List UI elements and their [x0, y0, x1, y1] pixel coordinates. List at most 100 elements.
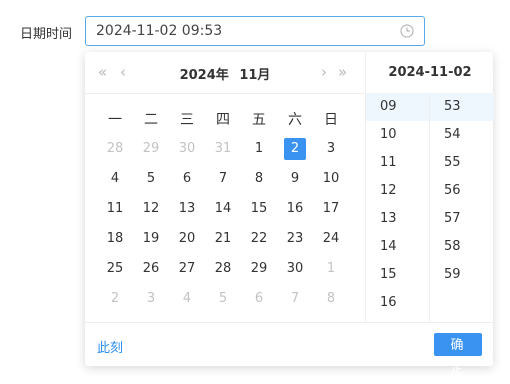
calendar-day-number: 8	[254, 171, 264, 186]
calendar-day[interactable]: 22	[241, 224, 277, 254]
hour-option[interactable]: 14	[366, 233, 429, 261]
datetime-input-wrapper[interactable]	[85, 16, 425, 46]
calendar-day-number: 2	[110, 291, 120, 306]
minute-option[interactable]: 53	[430, 93, 494, 121]
weekday-header-row: 一二三四五六日	[97, 104, 349, 134]
minute-option[interactable]: 58	[430, 233, 494, 261]
clock-icon[interactable]	[400, 24, 414, 38]
next-month-icon[interactable]: ›	[321, 65, 327, 80]
hour-option[interactable]: 11	[366, 149, 429, 177]
calendar-day[interactable]: 13	[169, 194, 205, 224]
weekday-label: 三	[180, 112, 194, 128]
calendar-day-number: 30	[286, 261, 304, 276]
calendar-day[interactable]: 18	[97, 224, 133, 254]
weekday-label: 四	[216, 112, 230, 128]
calendar-day-number: 10	[322, 171, 340, 186]
calendar-day[interactable]: 4	[169, 284, 205, 314]
calendar-day[interactable]: 24	[313, 224, 349, 254]
calendar-day[interactable]: 6	[241, 284, 277, 314]
hours-column[interactable]: 09 10 11 12 13 14 15 16	[366, 93, 430, 322]
calendar-day-selected[interactable]: 2	[277, 134, 313, 164]
calendar-day[interactable]: 6	[169, 164, 205, 194]
minute-option[interactable]: 54	[430, 121, 494, 149]
calendar-day[interactable]: 10	[313, 164, 349, 194]
weekday-label: 一	[108, 112, 122, 128]
calendar-day-number: 25	[106, 261, 124, 276]
minutes-column[interactable]: 53 54 55 56 57 58 59	[430, 93, 494, 322]
next-year-icon[interactable]: »	[338, 65, 347, 80]
hour-option[interactable]: 16	[366, 289, 429, 317]
calendar-header: « ‹ 2024年 11月 › »	[85, 52, 365, 94]
calendar-day[interactable]: 7	[205, 164, 241, 194]
calendar-week-row: 2 3 4 5 6 7 8	[97, 284, 349, 314]
calendar-day-number: 4	[182, 291, 192, 306]
minute-option[interactable]: 59	[430, 261, 494, 289]
calendar-day[interactable]: 16	[277, 194, 313, 224]
calendar-day[interactable]: 3	[313, 134, 349, 164]
calendar-day[interactable]: 28	[97, 134, 133, 164]
calendar-day-number: 28	[106, 141, 124, 156]
calendar-day-number: 5	[218, 291, 228, 306]
calendar-day-number: 16	[286, 201, 304, 216]
weekday-label: 日	[324, 112, 338, 128]
calendar-day[interactable]: 19	[133, 224, 169, 254]
calendar-day-number: 26	[142, 261, 160, 276]
calendar-day[interactable]: 3	[133, 284, 169, 314]
calendar-day[interactable]: 23	[277, 224, 313, 254]
calendar-day[interactable]: 20	[169, 224, 205, 254]
calendar-day-number: 23	[286, 231, 304, 246]
now-button[interactable]: 此刻	[97, 337, 123, 356]
calendar-day-number: 6	[254, 291, 264, 306]
calendar-day-number: 13	[178, 201, 196, 216]
calendar-day[interactable]: 25	[97, 254, 133, 284]
hour-option[interactable]: 09	[366, 93, 429, 121]
year-label[interactable]: 2024年	[180, 68, 229, 83]
minute-option[interactable]: 56	[430, 177, 494, 205]
calendar-day-number: 18	[106, 231, 124, 246]
month-label[interactable]: 11月	[239, 68, 270, 83]
calendar-day-number: 20	[178, 231, 196, 246]
calendar-day[interactable]: 26	[133, 254, 169, 284]
calendar-day[interactable]: 14	[205, 194, 241, 224]
calendar-day[interactable]: 5	[133, 164, 169, 194]
calendar-day[interactable]: 30	[169, 134, 205, 164]
calendar-day[interactable]: 5	[205, 284, 241, 314]
calendar-day[interactable]: 1	[313, 254, 349, 284]
confirm-button[interactable]: 确 定	[434, 333, 482, 376]
calendar-day[interactable]: 29	[133, 134, 169, 164]
minute-option[interactable]: 55	[430, 149, 494, 177]
field-label: 日期时间	[20, 27, 73, 42]
calendar-day[interactable]: 2	[97, 284, 133, 314]
calendar-day[interactable]: 11	[97, 194, 133, 224]
hour-option[interactable]: 13	[366, 205, 429, 233]
calendar-day[interactable]: 21	[205, 224, 241, 254]
calendar-day[interactable]: 27	[169, 254, 205, 284]
calendar-day[interactable]: 17	[313, 194, 349, 224]
calendar-day[interactable]: 30	[277, 254, 313, 284]
calendar-day-number: 19	[142, 231, 160, 246]
calendar-day[interactable]: 9	[277, 164, 313, 194]
calendar-grid: 一二三四五六日 28 29 30 31 1 2 3 4 5 6 7 8 9 10 11 12 13 14 15 16 1…	[97, 104, 349, 314]
calendar-day[interactable]: 8	[313, 284, 349, 314]
calendar-day-number: 24	[322, 231, 340, 246]
hour-option[interactable]: 15	[366, 261, 429, 289]
calendar-day[interactable]: 15	[241, 194, 277, 224]
calendar-day[interactable]: 8	[241, 164, 277, 194]
calendar-day-number: 7	[218, 171, 228, 186]
calendar-day[interactable]: 4	[97, 164, 133, 194]
calendar-week-row: 25 26 27 28 29 30 1	[97, 254, 349, 284]
calendar-day-number: 29	[142, 141, 160, 156]
calendar-day-number: 1	[254, 141, 264, 156]
hour-option[interactable]: 12	[366, 177, 429, 205]
calendar-day[interactable]: 29	[241, 254, 277, 284]
datetime-input[interactable]	[96, 17, 386, 45]
minute-option[interactable]: 57	[430, 205, 494, 233]
calendar-day[interactable]: 12	[133, 194, 169, 224]
calendar-day[interactable]: 7	[277, 284, 313, 314]
calendar-day-number: 27	[178, 261, 196, 276]
calendar-day-number: 3	[146, 291, 156, 306]
calendar-day[interactable]: 1	[241, 134, 277, 164]
calendar-day[interactable]: 31	[205, 134, 241, 164]
hour-option[interactable]: 10	[366, 121, 429, 149]
calendar-day[interactable]: 28	[205, 254, 241, 284]
